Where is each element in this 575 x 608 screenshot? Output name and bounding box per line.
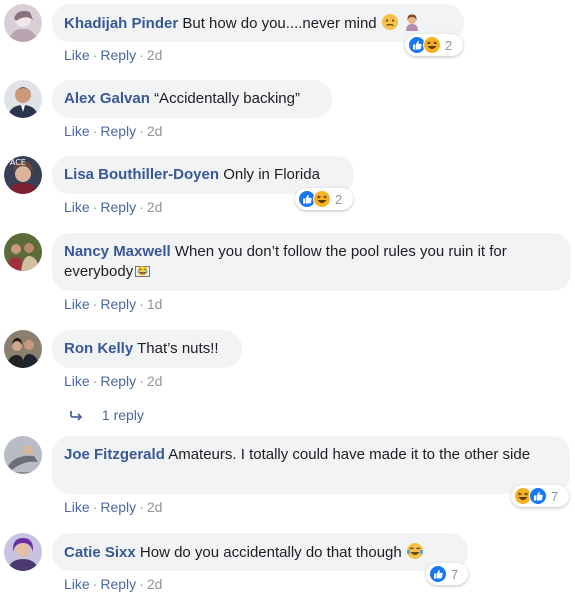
- comment-author[interactable]: Catie Sixx: [64, 544, 136, 561]
- comment-bubble: Catie Sixx How do you accidentally do th…: [52, 533, 468, 571]
- reaction-summary[interactable]: 7: [511, 485, 569, 507]
- comment-timestamp[interactable]: 2d: [147, 123, 163, 139]
- avatar[interactable]: [4, 233, 42, 271]
- avatar[interactable]: [4, 330, 42, 368]
- haha-icon: [423, 36, 441, 54]
- like-icon: [529, 487, 547, 505]
- comment-author[interactable]: Khadijah Pinder: [64, 15, 178, 32]
- separator: ·: [139, 296, 144, 312]
- comment-actions: Like · Reply · 2d: [64, 576, 162, 592]
- reply-link[interactable]: Reply: [100, 123, 136, 139]
- comment-timestamp[interactable]: 2d: [147, 499, 163, 515]
- comment-text: “Accidentally backing”: [154, 90, 300, 107]
- comment-text: But how do you....never mind: [182, 15, 377, 32]
- reaction-count: 7: [451, 566, 459, 582]
- avatar[interactable]: [4, 4, 42, 42]
- comment-timestamp[interactable]: 2d: [147, 47, 163, 63]
- reply-link[interactable]: Reply: [100, 499, 136, 515]
- reaction-count: 7: [551, 488, 559, 504]
- separator: ·: [92, 296, 98, 312]
- comment-timestamp[interactable]: 2d: [147, 199, 163, 215]
- reaction-summary[interactable]: 7: [426, 563, 468, 585]
- reply-arrow-icon: [70, 408, 86, 424]
- like-link[interactable]: Like: [64, 373, 90, 389]
- like-link[interactable]: Like: [64, 576, 90, 592]
- avatar-overlay-text: FACE: [6, 158, 26, 167]
- comment-text: Amateurs. I totally could have made it t…: [168, 446, 531, 463]
- reply-link[interactable]: Reply: [100, 373, 136, 389]
- comment-author[interactable]: Joe Fitzgerald: [64, 446, 165, 463]
- comment-timestamp[interactable]: 2d: [147, 373, 163, 389]
- reaction-count: 2: [335, 191, 343, 207]
- separator: ·: [139, 576, 144, 592]
- haha-icon: [313, 190, 331, 208]
- comment-actions: Like · Reply · 2d: [64, 123, 162, 139]
- comment-actions: Like · Reply · 1d: [64, 296, 162, 312]
- view-replies-link[interactable]: 1 reply: [70, 407, 144, 424]
- comment-bubble: Ron Kelly That’s nuts!!: [52, 330, 242, 368]
- like-link[interactable]: Like: [64, 123, 90, 139]
- avatar[interactable]: [4, 80, 42, 118]
- tears-of-joy-emoji-icon: [406, 542, 424, 560]
- comment-actions: Like · Reply · 2d: [64, 47, 162, 63]
- comment-author[interactable]: Nancy Maxwell: [64, 243, 171, 260]
- comment-text: How do you accidentally do that though: [139, 544, 402, 561]
- unrendered-emoji-glyph: 😂: [135, 266, 151, 277]
- avatar[interactable]: [4, 533, 42, 571]
- comment-author[interactable]: Alex Galvan: [64, 90, 150, 107]
- reply-link[interactable]: Reply: [100, 576, 136, 592]
- separator: ·: [92, 576, 98, 592]
- like-link[interactable]: Like: [64, 47, 90, 63]
- comment-author[interactable]: Ron Kelly: [64, 340, 133, 357]
- avatar[interactable]: [4, 436, 42, 474]
- comment-bubble: Alex Galvan “Accidentally backing”: [52, 80, 332, 118]
- comment-bubble: Nancy Maxwell When you don’t follow the …: [52, 233, 571, 291]
- comment-actions: Like · Reply · 2d: [64, 499, 162, 515]
- reply-link[interactable]: Reply: [100, 296, 136, 312]
- woman-shrugging-emoji-icon: [403, 13, 421, 31]
- like-link[interactable]: Like: [64, 199, 90, 215]
- separator: ·: [92, 499, 98, 515]
- comment-text: That’s nuts!!: [137, 340, 219, 357]
- separator: ·: [92, 373, 98, 389]
- reaction-summary[interactable]: 2: [405, 34, 463, 56]
- comment-bubble: Khadijah Pinder But how do you....never …: [52, 4, 464, 42]
- separator: ·: [139, 47, 144, 63]
- like-icon: [429, 565, 447, 583]
- avatar[interactable]: FACE: [4, 156, 42, 194]
- like-link[interactable]: Like: [64, 296, 90, 312]
- separator: ·: [139, 123, 144, 139]
- replies-count-label[interactable]: 1 reply: [102, 407, 144, 423]
- comment-actions: Like · Reply · 2d: [64, 373, 162, 389]
- comment-timestamp[interactable]: 2d: [147, 576, 163, 592]
- separator: ·: [139, 199, 144, 215]
- separator: ·: [92, 199, 98, 215]
- comment-author[interactable]: Lisa Bouthiller-Doyen: [64, 166, 219, 183]
- comment-text: Only in Florida: [223, 166, 320, 183]
- comment-timestamp[interactable]: 1d: [147, 296, 163, 312]
- like-link[interactable]: Like: [64, 499, 90, 515]
- reply-link[interactable]: Reply: [100, 47, 136, 63]
- reaction-summary[interactable]: 2: [295, 188, 353, 210]
- reply-link[interactable]: Reply: [100, 199, 136, 215]
- separator: ·: [92, 123, 98, 139]
- comment-bubble: Joe Fitzgerald Amateurs. I totally could…: [52, 436, 570, 494]
- comment-actions: Like · Reply · 2d: [64, 199, 162, 215]
- separator: ·: [139, 499, 144, 515]
- confused-face-emoji-icon: [381, 13, 399, 31]
- separator: ·: [92, 47, 98, 63]
- reaction-count: 2: [445, 37, 453, 53]
- separator: ·: [139, 373, 144, 389]
